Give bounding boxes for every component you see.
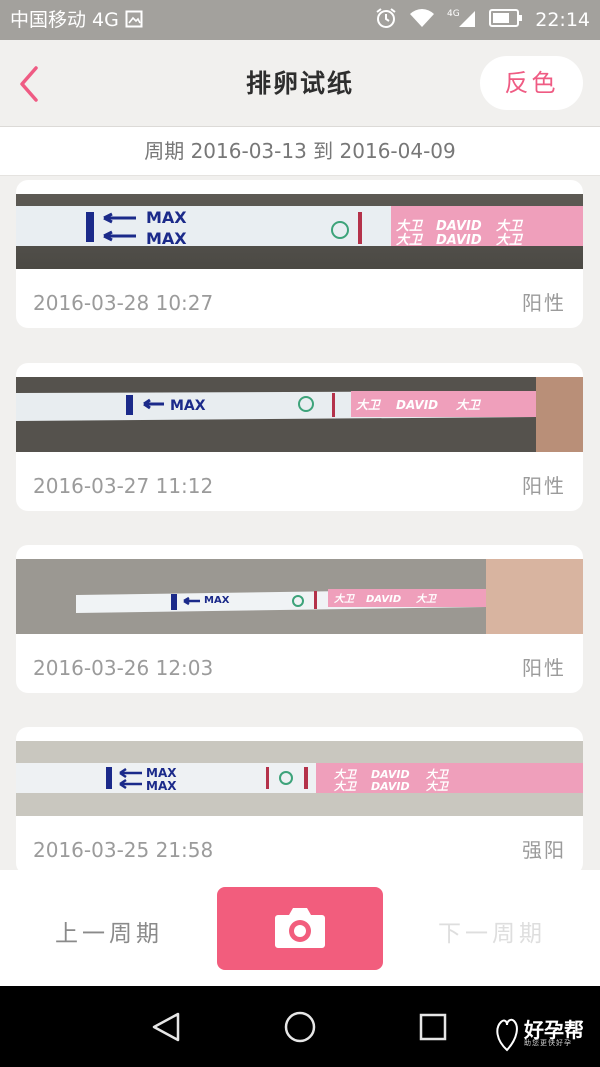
strip-brand-label: DAVID (366, 594, 401, 605)
carrier-label: 中国移动 4G (10, 9, 119, 31)
system-nav-bar: 好孕帮 助您更快好孕 (0, 986, 600, 1067)
record-result: 阳性 (522, 474, 566, 498)
record-datetime: 2016-03-27 11:12 (33, 474, 214, 498)
strip-max-label: MAX (146, 229, 187, 248)
record-datetime: 2016-03-25 21:58 (33, 838, 214, 862)
signal-icon: 4G (447, 7, 477, 34)
cycle-period-label: 周期 2016-03-13 到 2016-04-09 (0, 127, 600, 176)
strip-brand-label: DAVID (436, 219, 482, 234)
camera-icon (275, 908, 325, 948)
strip-photo[interactable]: MAX MAX 大卫 DAVID 大卫 大卫 DAVID 大卫 (16, 741, 583, 816)
strip-brand-label: 大卫 (334, 593, 355, 605)
network-badge: 4G (447, 9, 460, 19)
strip-brand-label: 大卫 (334, 780, 357, 793)
strip-brand-label: DAVID (436, 233, 482, 248)
record-datetime: 2016-03-26 12:03 (33, 656, 214, 680)
recents-square-icon[interactable] (419, 1013, 447, 1041)
record-datetime: 2016-03-28 10:27 (33, 291, 214, 315)
strip-brand-label: 大卫 (426, 780, 449, 793)
strip-max-label: MAX (146, 779, 177, 793)
strip-brand-label: 大卫 (456, 398, 482, 412)
test-record-list[interactable]: MAX MAX 大卫 DAVID 大卫 大卫 DAVID 大卫 2016-03-… (0, 176, 600, 870)
home-circle-icon[interactable] (284, 1011, 316, 1043)
carrier-info: 中国移动 4G (10, 8, 143, 32)
record-result: 强阳 (522, 838, 566, 862)
strip-brand-label: 大卫 (356, 398, 382, 412)
invert-color-button[interactable]: 反色 (480, 56, 583, 110)
status-icons: 4G 22:14 (375, 7, 590, 34)
camera-button[interactable] (217, 887, 383, 970)
bottom-action-bar: 上一周期 下一周期 (0, 870, 600, 986)
previous-cycle-button[interactable]: 上一周期 (50, 914, 168, 948)
test-record-card[interactable]: MAX MAX 大卫 DAVID 大卫 大卫 DAVID 大卫 2016-03-… (16, 180, 583, 328)
record-result: 阳性 (522, 656, 566, 680)
strip-photo[interactable]: MAX 大卫 DAVID 大卫 (16, 559, 583, 634)
strip-photo[interactable]: MAX 大卫 DAVID 大卫 (16, 377, 583, 452)
test-record-card[interactable]: MAX 大卫 DAVID 大卫 2016-03-27 11:12 阳性 (16, 363, 583, 511)
strip-max-label: MAX (204, 595, 230, 606)
strip-brand-label: 大卫 (396, 218, 424, 234)
alarm-icon (375, 7, 397, 34)
strip-max-label: MAX (146, 766, 177, 780)
heart-leaf-icon (496, 1018, 518, 1052)
test-record-card[interactable]: MAX MAX 大卫 DAVID 大卫 大卫 DAVID 大卫 2016-03-… (16, 727, 583, 870)
strip-photo[interactable]: MAX MAX 大卫 DAVID 大卫 大卫 DAVID 大卫 (16, 194, 583, 269)
status-bar: 中国移动 4G 4G 22:14 (0, 0, 600, 40)
strip-brand-label: 大卫 (496, 232, 524, 248)
strip-brand-label: 大卫 (396, 232, 424, 248)
record-result: 阳性 (522, 291, 566, 315)
strip-brand-label: 大卫 (416, 593, 437, 605)
nav-bar: 排卵试纸 反色 (0, 40, 600, 127)
strip-brand-label: DAVID (396, 398, 438, 412)
battery-icon (489, 8, 523, 32)
strip-brand-label: DAVID (371, 780, 410, 793)
test-record-card[interactable]: MAX 大卫 DAVID 大卫 2016-03-26 12:03 阳性 (16, 545, 583, 693)
next-cycle-button[interactable]: 下一周期 (433, 914, 551, 948)
strip-max-label: MAX (146, 208, 187, 227)
back-triangle-icon[interactable] (152, 1012, 180, 1042)
clock: 22:14 (535, 9, 590, 31)
strip-max-label: MAX (170, 398, 206, 414)
watermark-slogan: 助您更快好孕 (524, 1039, 572, 1047)
gallery-icon (125, 8, 143, 32)
strip-brand-label: 大卫 (496, 218, 524, 234)
wifi-icon (409, 8, 435, 33)
